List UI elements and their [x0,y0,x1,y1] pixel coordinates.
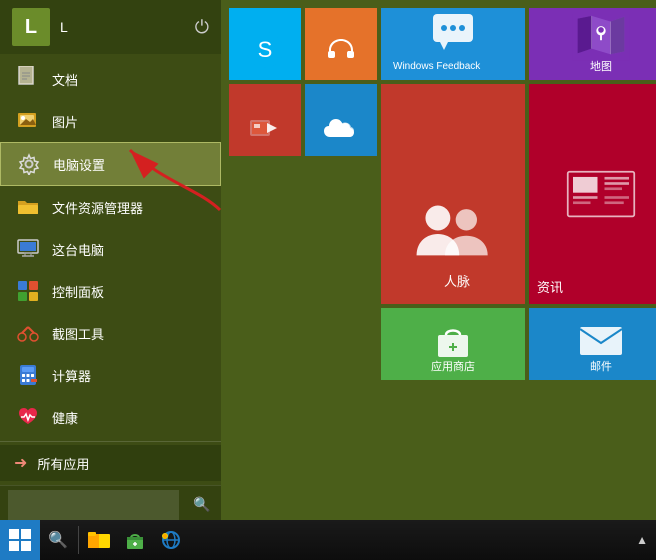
map-icon [571,14,631,61]
mail-label: 邮件 [590,361,612,374]
user-area[interactable]: L L ⏻ [0,0,221,54]
sidebar-item-calculator[interactable]: 计算器 [0,354,221,396]
news-icon [566,169,636,219]
tile-skype[interactable]: S [229,8,301,80]
avatar[interactable]: L [12,8,50,46]
tile-feedback[interactable]: Windows Feedback [381,8,525,80]
headphones-icon [322,31,360,74]
document-icon [14,65,42,93]
snipping-tool-label: 截图工具 [52,324,104,343]
health-label: 健康 [52,408,78,427]
search-icon: 🔍 [48,530,68,550]
taskbar: 🔍 ▲ [0,520,656,560]
taskbar-divider [78,526,79,554]
onedrive-icon [322,117,360,150]
sidebar-item-control-panel[interactable]: 控制面板 [0,270,221,312]
arrow-right-icon: ➜ [14,453,27,473]
sidebar-item-documents[interactable]: 文档 [0,58,221,100]
start-menu: L L ⏻ 文档 [0,0,656,520]
pictures-label: 图片 [52,112,78,131]
taskbar-file-explorer-icon [88,530,110,550]
feedback-label: Windows Feedback [387,61,480,77]
taskbar-search-button[interactable]: 🔍 [40,520,76,560]
feedback-icon [428,12,478,57]
mail-icon [578,325,624,361]
gear-icon [15,150,43,178]
tile-store[interactable]: 应用商店 [381,308,525,380]
all-apps-button[interactable]: ➜ 所有应用 [0,445,221,481]
store-icon [432,319,474,361]
people-icon [413,194,493,274]
tile-news[interactable]: 资讯 [529,84,656,304]
scissors-icon [14,319,42,347]
video-icon [249,117,281,150]
start-button[interactable] [0,520,40,560]
search-button[interactable]: 🔍 [187,490,217,520]
power-button[interactable]: ⏻ [195,17,209,38]
left-panel: L L ⏻ 文档 [0,0,221,520]
sidebar-item-pictures[interactable]: 图片 [0,100,221,142]
sidebar-item-this-pc[interactable]: 这台电脑 [0,228,221,270]
taskbar-store[interactable] [117,522,153,558]
health-icon [14,403,42,431]
tile-video[interactable] [229,84,301,156]
people-label: 人脉 [387,274,519,298]
search-input[interactable] [8,490,179,520]
taskbar-internet-explorer[interactable] [153,522,189,558]
calculator-label: 计算器 [52,366,91,385]
pc-settings-label: 电脑设置 [53,155,105,174]
tiles-panel: S [221,0,656,520]
taskbar-file-explorer[interactable] [81,522,117,558]
skype-icon: S [246,31,284,74]
map-label: 地图 [590,61,612,74]
this-pc-label: 这台电脑 [52,240,104,259]
folder-icon [14,193,42,221]
windows-logo-icon [9,529,31,551]
svg-text:S: S [258,37,273,62]
control-panel-icon [14,277,42,305]
ie-icon [161,530,181,550]
taskbar-store-icon [125,530,145,550]
system-tray: ▲ [636,533,648,547]
store-label: 应用商店 [431,361,475,374]
taskbar-right-area: ▲ [636,533,656,547]
sidebar-item-snipping-tool[interactable]: 截图工具 [0,312,221,354]
sidebar-item-health[interactable]: 健康 [0,396,221,438]
computer-icon [14,235,42,263]
all-apps-label: 所有应用 [37,454,89,473]
user-name: L [60,19,68,35]
control-panel-label: 控制面板 [52,282,104,301]
menu-items: 文档 图片 [0,54,221,485]
sidebar-item-file-explorer[interactable]: 文件资源管理器 [0,186,221,228]
tile-people[interactable]: 人脉 [381,84,525,304]
documents-label: 文档 [52,70,78,89]
tile-map[interactable]: 地图 [529,8,656,80]
search-box: 🔍 [0,485,221,523]
tile-mail[interactable]: 邮件 [529,308,656,380]
tile-headphones[interactable] [305,8,377,80]
pictures-icon [14,107,42,135]
news-label: 资讯 [537,280,563,296]
calculator-icon [14,361,42,389]
tile-onedrive[interactable] [305,84,377,156]
file-explorer-label: 文件资源管理器 [52,198,143,217]
menu-divider [0,441,221,442]
sidebar-item-pc-settings[interactable]: 电脑设置 [0,142,221,186]
